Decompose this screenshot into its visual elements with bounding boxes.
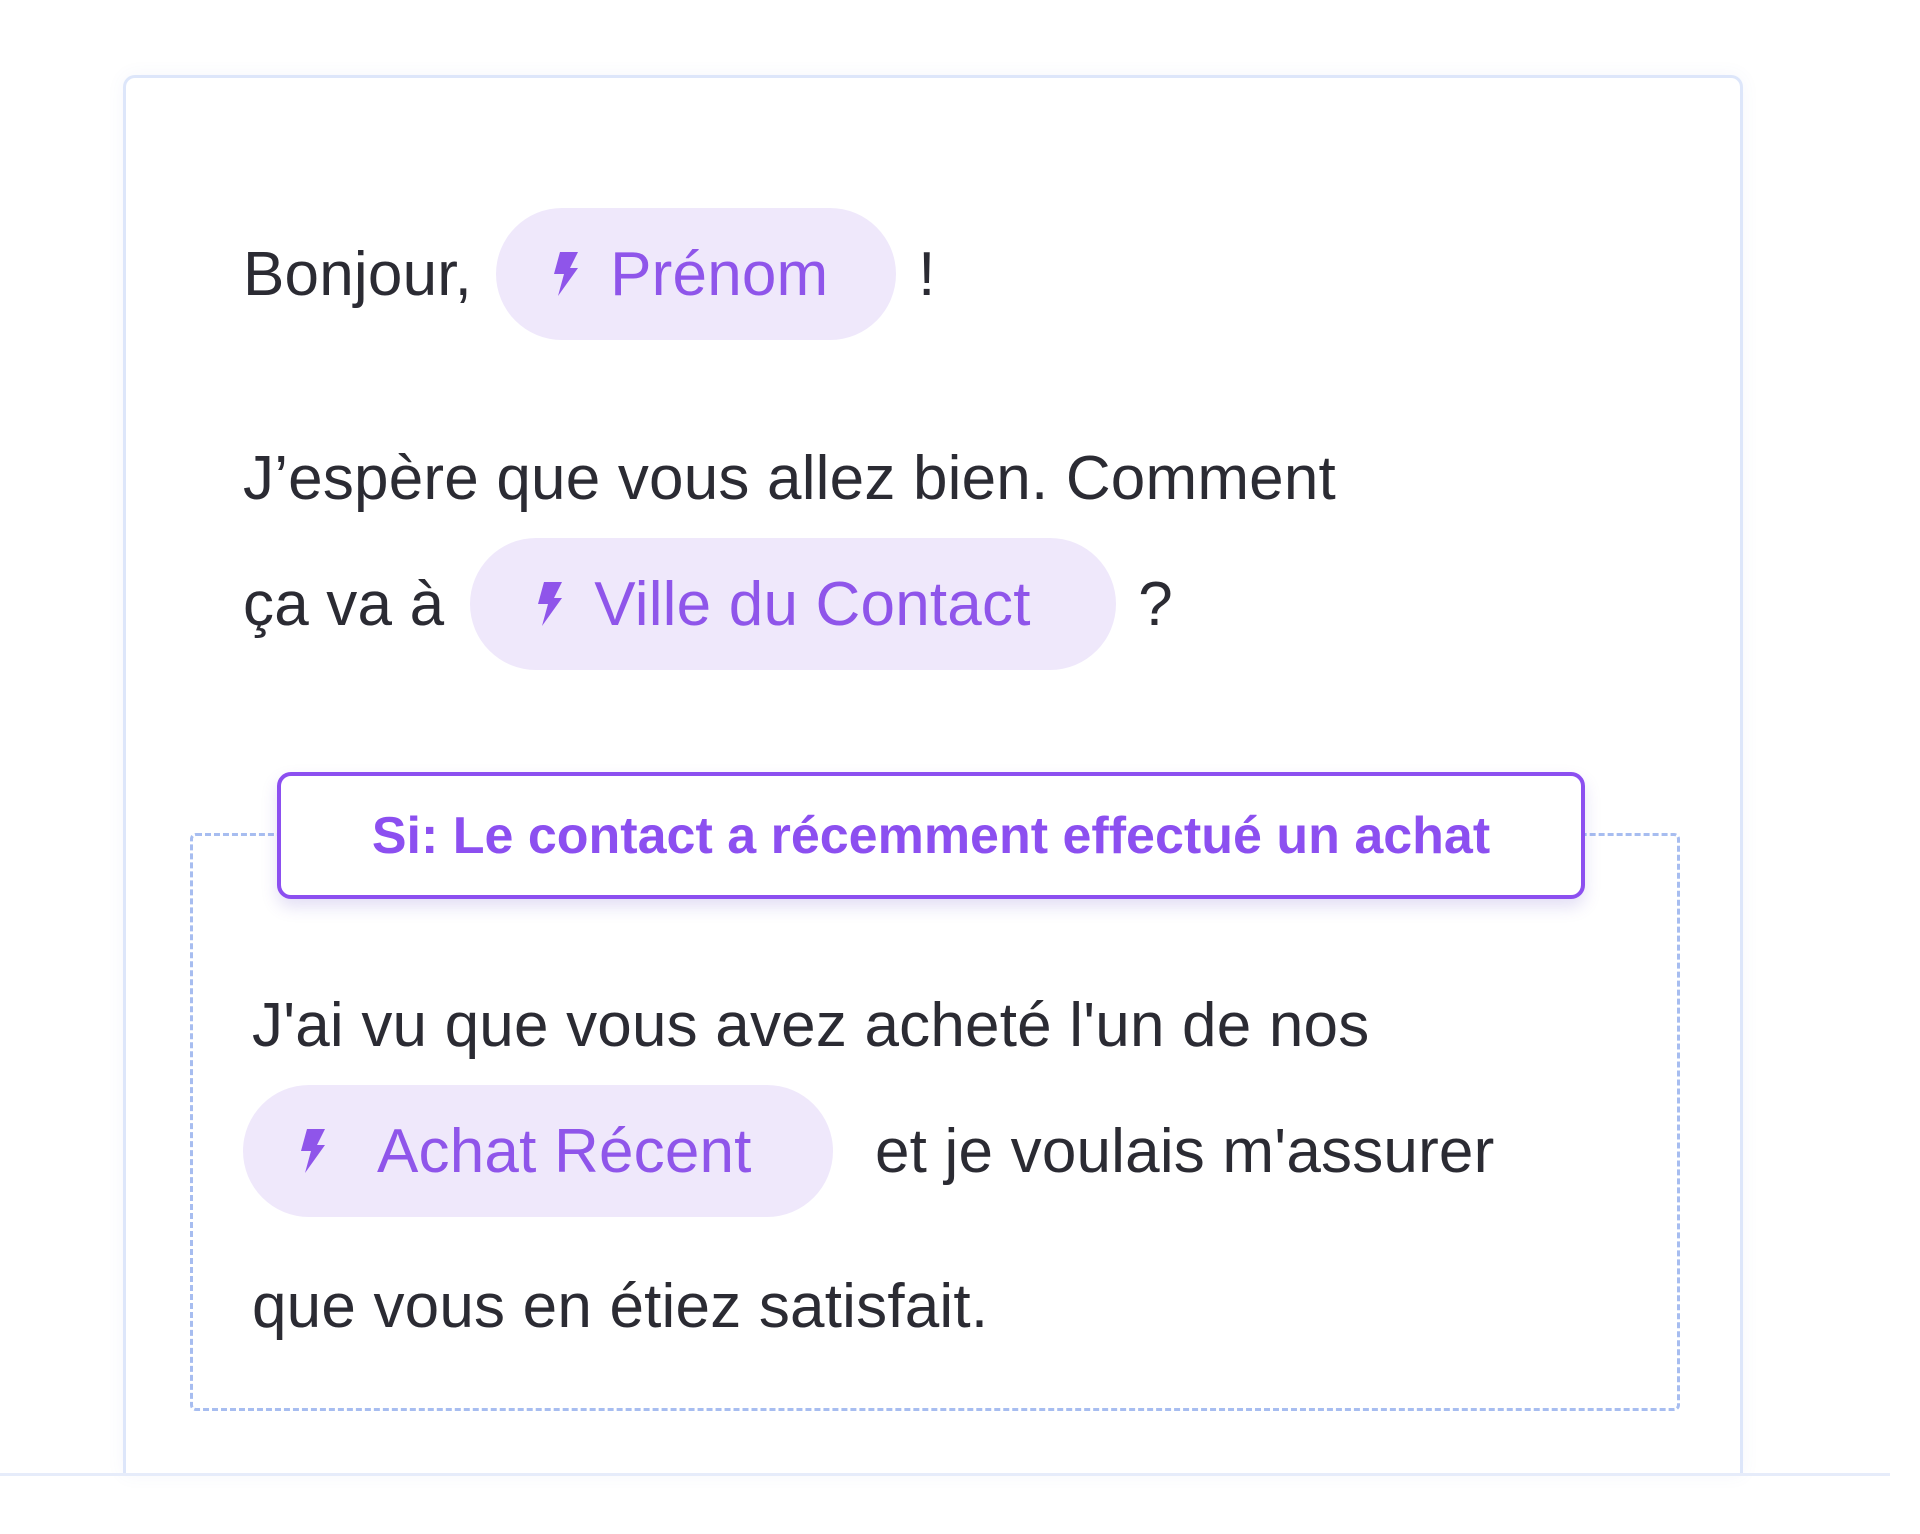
- paragraph1-line1: J’espère que vous allez bien. Comment: [243, 438, 1336, 518]
- paragraph1-line2-prefix: ça va à: [243, 569, 445, 639]
- lightning-bolt-icon: [554, 252, 579, 296]
- greeting-suffix: !: [918, 239, 936, 309]
- lightning-bolt-icon: [538, 582, 563, 626]
- paragraph1-line2: ça va à Ville du Contact ?: [243, 538, 1173, 670]
- greeting-prefix: Bonjour,: [243, 239, 473, 309]
- variable-chip-label: Ville du Contact: [594, 569, 1031, 639]
- bottom-divider: [0, 1473, 1890, 1476]
- conditional-line1-text: J'ai vu que vous avez acheté l'un de nos: [252, 990, 1370, 1060]
- greeting-line: Bonjour, Prénom !: [243, 208, 936, 340]
- variable-chip-label: Achat Récent: [377, 1116, 752, 1186]
- conditional-line3-text: que vous en étiez satisfait.: [252, 1271, 989, 1341]
- conditional-line2-suffix: et je voulais m'assurer: [875, 1116, 1495, 1186]
- variable-chip-prenom[interactable]: Prénom: [496, 208, 897, 340]
- condition-label-button[interactable]: Si: Le contact a récemment effectué un a…: [277, 772, 1585, 899]
- variable-chip-ville-du-contact[interactable]: Ville du Contact: [470, 538, 1117, 670]
- conditional-line1: J'ai vu que vous avez acheté l'un de nos: [252, 985, 1369, 1065]
- conditional-line3: que vous en étiez satisfait.: [252, 1266, 988, 1346]
- lightning-bolt-icon: [301, 1129, 325, 1173]
- conditional-line2: Achat Récent et je voulais m'assurer: [243, 1085, 1494, 1217]
- variable-chip-label: Prénom: [610, 239, 829, 309]
- message-editor: Bonjour, Prénom ! J’espère que vous alle…: [0, 0, 1920, 1534]
- variable-chip-achat-recent[interactable]: Achat Récent: [243, 1085, 833, 1217]
- paragraph1-line2-suffix: ?: [1138, 569, 1173, 639]
- paragraph1-line1-text: J’espère que vous allez bien. Comment: [243, 443, 1336, 513]
